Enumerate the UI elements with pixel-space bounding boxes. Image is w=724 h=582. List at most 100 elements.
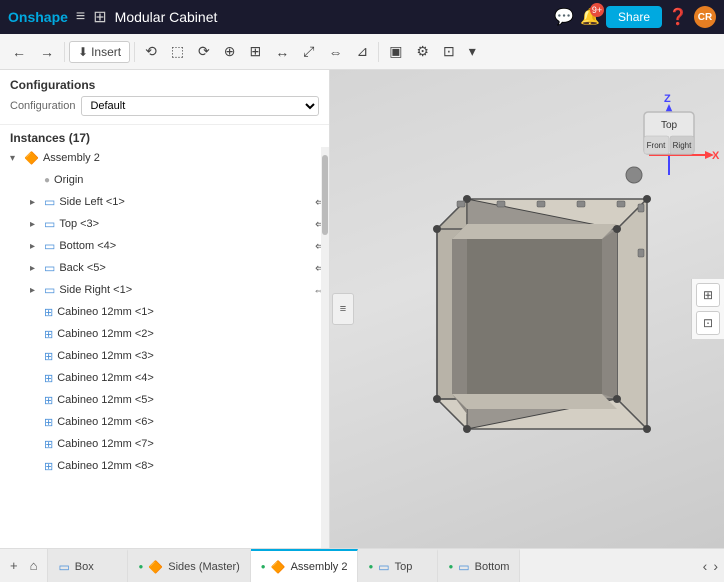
- tab-next-button[interactable]: ›: [711, 556, 720, 576]
- scrollbar-thumb[interactable]: [322, 155, 328, 235]
- tree-item-assembly2[interactable]: ▾ 🔶 Assembly 2: [0, 147, 329, 169]
- insert-label: Insert: [91, 45, 121, 59]
- toolbar-btn-rotate[interactable]: ⟲: [139, 39, 163, 64]
- tab-sides-master[interactable]: ● 🔶 Sides (Master): [128, 549, 250, 582]
- cabineo-icon: ⊞: [44, 460, 53, 473]
- toolbar-btn-transform[interactable]: ⊕: [218, 39, 242, 64]
- tab-bottom[interactable]: ● ▭ Bottom: [438, 549, 520, 582]
- tree-item-cabineo5[interactable]: ▸ ⊞ Cabineo 12mm <5>: [0, 389, 329, 411]
- status-dot-top: ●: [368, 562, 373, 571]
- toolbar-btn-more[interactable]: ▾: [463, 39, 482, 64]
- toolbar-btn-move[interactable]: ⤢: [297, 39, 320, 64]
- navigation-cube[interactable]: Z X Top Front Right: [614, 80, 714, 180]
- part-tab-icon-bottom: ▭: [458, 560, 469, 574]
- tree-item-bottom[interactable]: ▸ ▭ Bottom <4> ⇐: [0, 235, 329, 257]
- tree-item-cabineo8[interactable]: ▸ ⊞ Cabineo 12mm <8>: [0, 455, 329, 477]
- spacer: ▸: [30, 175, 42, 186]
- tree-label: Assembly 2: [43, 152, 325, 164]
- header-actions: 💬 🔔9+ Share ❓ CR: [554, 6, 716, 28]
- configurations-title: Configurations: [10, 78, 319, 92]
- part-icon: ▭: [44, 217, 55, 231]
- help-icon[interactable]: ❓: [668, 7, 688, 27]
- spacer: ▸: [30, 373, 42, 384]
- cabinet-svg: [377, 169, 677, 449]
- status-dot-bottom: ●: [448, 562, 453, 571]
- svg-text:Top: Top: [661, 120, 678, 131]
- tree-item-cabineo7[interactable]: ▸ ⊞ Cabineo 12mm <7>: [0, 433, 329, 455]
- svg-text:Right: Right: [673, 141, 692, 150]
- tree-label-side-right: Side Right <1>: [59, 284, 309, 296]
- notifications-icon[interactable]: 🔔9+: [580, 7, 600, 27]
- add-tab-button[interactable]: +: [5, 555, 23, 576]
- chevron-right-icon: ▸: [30, 197, 42, 208]
- settings-icon[interactable]: ⊞: [93, 7, 106, 27]
- cabineo-icon: ⊞: [44, 394, 53, 407]
- toolbar-btn-mate[interactable]: ⊿: [350, 39, 374, 64]
- tab-assembly2[interactable]: ● 🔶 Assembly 2: [251, 549, 359, 582]
- cabineo-icon: ⊞: [44, 350, 53, 363]
- svg-text:X: X: [712, 150, 720, 162]
- chevron-right-icon: ▸: [30, 285, 42, 296]
- part-tab-icon: ▭: [58, 560, 69, 574]
- tree-label-side-left: Side Left <1>: [59, 196, 311, 208]
- tree-item-origin[interactable]: ▸ ● Origin: [0, 169, 329, 191]
- forward-button[interactable]: →: [34, 40, 60, 64]
- cabineo-icon: ⊞: [44, 328, 53, 341]
- share-button[interactable]: Share: [606, 6, 662, 28]
- chevron-right-icon: ▸: [30, 219, 42, 230]
- tree-item-back[interactable]: ▸ ▭ Back <5> ⇐: [0, 257, 329, 279]
- avatar[interactable]: CR: [694, 6, 716, 28]
- cabineo-icon: ⊞: [44, 306, 53, 319]
- insert-button[interactable]: ⬇ Insert: [69, 41, 130, 63]
- tab-top[interactable]: ● ▭ Top: [358, 549, 438, 582]
- home-button[interactable]: ⌂: [25, 555, 43, 576]
- status-dot-assembly: ●: [261, 562, 266, 571]
- status-dot: ●: [138, 562, 143, 571]
- onshape-logo[interactable]: Onshape: [8, 9, 68, 25]
- toolbar-btn-align[interactable]: ⇔: [322, 40, 348, 64]
- tab-prev-button[interactable]: ‹: [701, 556, 710, 576]
- scrollbar-track[interactable]: [321, 147, 329, 548]
- origin-icon: ●: [44, 175, 50, 186]
- tabs-container: ▭ Box ● 🔶 Sides (Master) ● 🔶 Assembly 2 …: [48, 549, 696, 582]
- panel-toggle-button[interactable]: ≡: [332, 293, 354, 325]
- main-content: Configurations Configuration Default Ins…: [0, 70, 724, 548]
- spacer: ▸: [30, 395, 42, 406]
- toolbar-separator-2: [134, 42, 135, 62]
- document-title: Modular Cabinet: [115, 9, 547, 25]
- back-button[interactable]: ←: [6, 40, 32, 64]
- 3d-viewport[interactable]: Z X Top Front Right ≡: [330, 70, 724, 548]
- toolbar-btn-render[interactable]: ⊡: [437, 39, 461, 64]
- tree-label-cabineo3: Cabineo 12mm <3>: [57, 350, 325, 362]
- tree-item-side-left[interactable]: ▸ ▭ Side Left <1> ⇐: [0, 191, 329, 213]
- tab-box[interactable]: ▭ Box: [48, 549, 128, 582]
- tab-navigation: ‹ ›: [697, 549, 724, 582]
- tree-item-cabineo4[interactable]: ▸ ⊞ Cabineo 12mm <4>: [0, 367, 329, 389]
- toolbar-btn-extrude[interactable]: ⬚: [165, 39, 190, 64]
- tree-item-cabineo6[interactable]: ▸ ⊞ Cabineo 12mm <6>: [0, 411, 329, 433]
- viewport-icon-grid[interactable]: ⊞: [696, 283, 720, 307]
- toolbar: ← → ⬇ Insert ⟲ ⬚ ⟳ ⊕ ⊞ ↔ ⤢ ⇔ ⊿ ▣ ⚙ ⊡ ▾: [0, 34, 724, 70]
- hamburger-menu-icon[interactable]: ≡: [76, 8, 85, 26]
- toolbar-btn-section[interactable]: ▣: [383, 39, 408, 64]
- tree-item-cabineo3[interactable]: ▸ ⊞ Cabineo 12mm <3>: [0, 345, 329, 367]
- toolbar-btn-mirror[interactable]: ↔: [269, 40, 295, 64]
- assembly-icon: 🔶: [24, 151, 39, 165]
- tree-label-cabineo7: Cabineo 12mm <7>: [57, 438, 325, 450]
- toolbar-btn-revolve[interactable]: ⟳: [192, 39, 216, 64]
- chat-icon[interactable]: 💬: [554, 7, 574, 27]
- tree-item-side-right[interactable]: ▸ ▭ Side Right <1> ⇔: [0, 279, 329, 301]
- toolbar-btn-settings[interactable]: ⚙: [410, 39, 435, 64]
- panel-toggle-area: ≡: [332, 293, 354, 325]
- tree-label-cabineo1: Cabineo 12mm <1>: [57, 306, 325, 318]
- tree-item-cabineo1[interactable]: ▸ ⊞ Cabineo 12mm <1>: [0, 301, 329, 323]
- tree-item-cabineo2[interactable]: ▸ ⊞ Cabineo 12mm <2>: [0, 323, 329, 345]
- spacer: ▸: [30, 307, 42, 318]
- part-icon: ▭: [44, 195, 55, 209]
- tab-label-assembly2: Assembly 2: [291, 561, 348, 573]
- tree-item-top[interactable]: ▸ ▭ Top <3> ⇐: [0, 213, 329, 235]
- config-select[interactable]: Default: [81, 96, 319, 116]
- viewport-icon-box[interactable]: ⊡: [696, 311, 720, 335]
- toolbar-btn-pattern[interactable]: ⊞: [244, 39, 268, 64]
- svg-text:Z: Z: [664, 93, 671, 105]
